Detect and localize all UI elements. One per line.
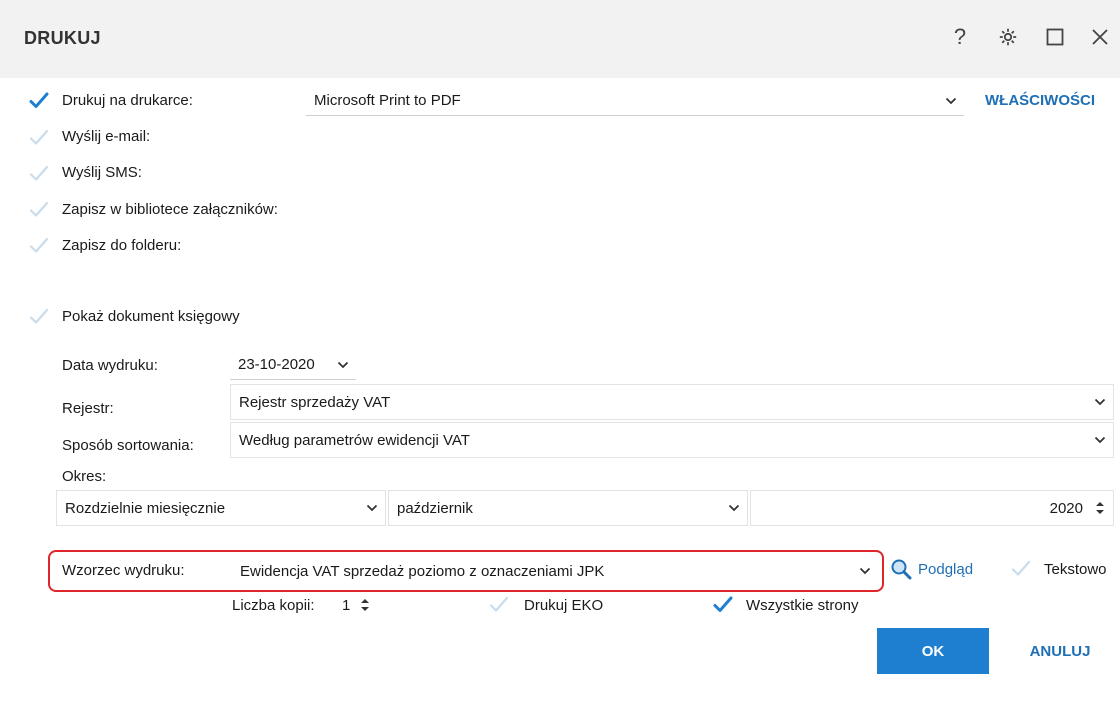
chevron-down-icon — [330, 350, 356, 379]
properties-link[interactable]: WŁAŚCIWOŚCI — [985, 92, 1095, 109]
maximize-icon[interactable] — [1040, 22, 1070, 52]
chevron-down-icon — [1087, 387, 1113, 417]
all-pages-checkbox[interactable] — [712, 594, 734, 616]
send-email-label: Wyślij e-mail: — [62, 128, 151, 145]
period-label: Okres: — [62, 468, 107, 485]
chevron-down-icon — [1087, 425, 1113, 455]
spinner-arrows-icon[interactable] — [1087, 493, 1113, 523]
period-month-value: październik — [397, 499, 473, 517]
period-month-select[interactable]: październik — [388, 490, 748, 526]
period-year-spinner[interactable]: 2020 — [750, 490, 1114, 526]
period-year-value: 2020 — [1049, 499, 1083, 517]
save-to-library-label: Zapisz w bibliotece załączników: — [62, 201, 278, 218]
print-eko-label: Drukuj EKO — [524, 597, 604, 614]
printer-select-value: Microsoft Print to PDF — [314, 92, 461, 109]
close-icon[interactable] — [1085, 22, 1115, 52]
text-mode-label: Tekstowo — [1044, 561, 1107, 578]
print-on-printer-label: Drukuj na drukarce: — [62, 92, 193, 109]
register-select[interactable]: Rejestr sprzedaży VAT — [230, 384, 1114, 420]
save-to-folder-checkbox[interactable] — [28, 235, 50, 257]
chevron-down-icon — [938, 86, 964, 115]
print-date-label: Data wydruku: — [62, 357, 158, 374]
show-document-checkbox[interactable] — [28, 306, 50, 328]
copies-spinner-icon[interactable] — [358, 592, 372, 618]
text-mode-checkbox[interactable] — [1010, 558, 1032, 580]
period-mode-value: Rozdzielnie miesięcznie — [65, 499, 226, 517]
sort-label: Sposób sortowania: — [62, 437, 194, 454]
save-to-library-checkbox[interactable] — [28, 199, 50, 221]
save-to-folder-label: Zapisz do folderu: — [62, 237, 182, 254]
copies-label: Liczba kopii: — [232, 597, 315, 614]
period-mode-select[interactable]: Rozdzielnie miesięcznie — [56, 490, 386, 526]
print-dialog: DRUKUJ ? Drukuj na drukarce: Microsoft P… — [0, 0, 1120, 705]
print-on-printer-checkbox[interactable] — [28, 90, 50, 112]
preview-search-icon[interactable] — [890, 558, 912, 580]
sort-select-value: Według parametrów ewidencji VAT — [239, 431, 470, 449]
register-label: Rejestr: — [62, 400, 114, 417]
print-eko-checkbox[interactable] — [488, 594, 510, 616]
cancel-button[interactable]: ANULUJ — [1010, 628, 1110, 674]
chevron-down-icon — [721, 493, 747, 523]
ok-button[interactable]: OK — [877, 628, 989, 674]
printer-select[interactable]: Microsoft Print to PDF — [306, 86, 964, 116]
print-date-picker[interactable]: 23-10-2020 — [230, 350, 356, 380]
send-email-checkbox[interactable] — [28, 127, 50, 149]
register-select-value: Rejestr sprzedaży VAT — [239, 393, 391, 411]
help-icon[interactable]: ? — [945, 22, 975, 52]
title-bar: DRUKUJ ? — [0, 0, 1120, 78]
gear-icon[interactable] — [993, 22, 1023, 52]
template-highlight-frame — [48, 550, 884, 592]
sort-select[interactable]: Według parametrów ewidencji VAT — [230, 422, 1114, 458]
all-pages-label: Wszystkie strony — [746, 597, 859, 614]
chevron-down-icon — [359, 493, 385, 523]
print-date-value: 23-10-2020 — [238, 356, 315, 373]
show-document-label: Pokaż dokument księgowy — [62, 308, 240, 325]
copies-value[interactable]: 1 — [342, 597, 350, 614]
dialog-title: DRUKUJ — [24, 28, 101, 48]
send-sms-checkbox[interactable] — [28, 163, 50, 185]
send-sms-label: Wyślij SMS: — [62, 164, 142, 181]
preview-link[interactable]: Podgląd — [918, 561, 973, 578]
